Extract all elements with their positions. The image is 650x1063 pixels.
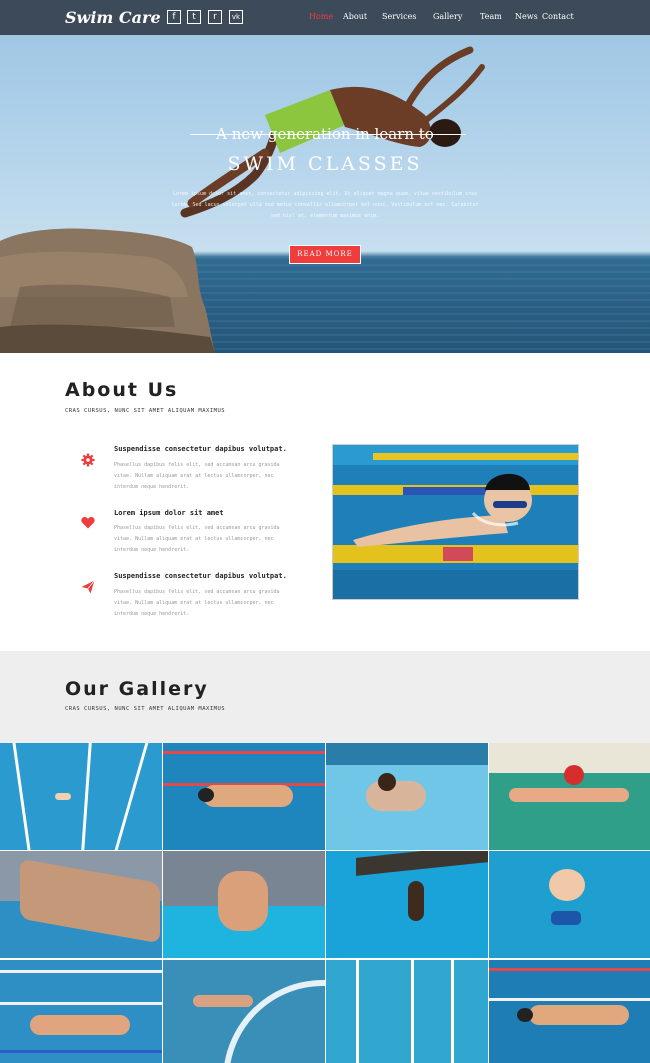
about-section: About Us CRAS CURSUS, NUNC SIT AMET ALIQ… — [0, 353, 650, 651]
hero-strike-line — [190, 134, 466, 135]
menu-contact[interactable]: Contact — [542, 12, 574, 21]
menu-news[interactable]: News — [515, 12, 538, 21]
menu-team[interactable]: Team — [480, 12, 502, 21]
hero-paragraph: Lorem ipsum dolor sit amet, consectetur … — [171, 191, 479, 219]
gallery-photo-9[interactable] — [0, 960, 162, 1063]
rock-cliff-image — [0, 228, 215, 353]
gallery-subtitle: CRAS CURSUS, NUNC SIT AMET ALIQUAM MAXIM… — [65, 706, 226, 712]
feature-text-2: Phasellus dapibus felis elit, sed accums… — [114, 525, 280, 553]
gallery-photo-7[interactable] — [326, 851, 488, 958]
hero-banner: A new generation in learn to SWIM CLASSE… — [0, 35, 650, 353]
rss-icon[interactable]: r — [208, 10, 222, 24]
vk-icon[interactable]: vk — [229, 10, 243, 24]
about-title: About Us — [65, 379, 179, 401]
gallery-photo-4[interactable] — [489, 743, 650, 850]
hero-subtitle: A new generation in learn to — [0, 125, 650, 143]
gallery-grid — [0, 743, 650, 1063]
paper-plane-icon — [78, 577, 98, 597]
hero-title: SWIM CLASSES — [227, 153, 423, 175]
gallery-photo-12[interactable] — [489, 960, 650, 1063]
gallery-photo-6[interactable] — [163, 851, 325, 958]
swimmer-photo — [332, 444, 579, 600]
menu-services[interactable]: Services — [382, 12, 416, 21]
feature-title-2: Lorem ipsum dolor sit amet — [114, 509, 224, 517]
feature-text-1: Phasellus dapibus felis elit, sed accums… — [114, 462, 280, 490]
twitter-icon[interactable]: t — [187, 10, 201, 24]
menu-about[interactable]: About — [343, 12, 367, 21]
gallery-photo-2[interactable] — [163, 743, 325, 850]
gear-icon — [78, 450, 98, 470]
gallery-header: Our Gallery CRAS CURSUS, NUNC SIT AMET A… — [0, 651, 650, 743]
gallery-photo-10[interactable] — [163, 960, 325, 1063]
brand-logo[interactable]: Swim Care — [65, 8, 161, 27]
feature-title-1: Suspendisse consectetur dapibus volutpat… — [114, 445, 287, 453]
about-subtitle: CRAS CURSUS, NUNC SIT AMET ALIQUAM MAXIM… — [65, 408, 226, 414]
facebook-icon[interactable]: f — [167, 10, 181, 24]
gallery-title: Our Gallery — [65, 678, 209, 700]
gallery-photo-1[interactable] — [0, 743, 162, 850]
menu-home[interactable]: Home — [309, 12, 333, 21]
heart-icon — [78, 513, 98, 533]
feature-title-3: Suspendisse consectetur dapibus volutpat… — [114, 572, 287, 580]
gallery-photo-5[interactable] — [0, 851, 162, 958]
gallery-photo-3[interactable] — [326, 743, 488, 850]
read-more-button[interactable]: READ MORE — [289, 245, 361, 264]
gallery-photo-8[interactable] — [489, 851, 650, 958]
top-navbar: Swim Care f t r vk Home About Services G… — [0, 0, 650, 35]
menu-gallery[interactable]: Gallery — [433, 12, 462, 21]
gallery-photo-11[interactable] — [326, 960, 488, 1063]
feature-text-3: Phasellus dapibus felis elit, sed accums… — [114, 589, 280, 617]
